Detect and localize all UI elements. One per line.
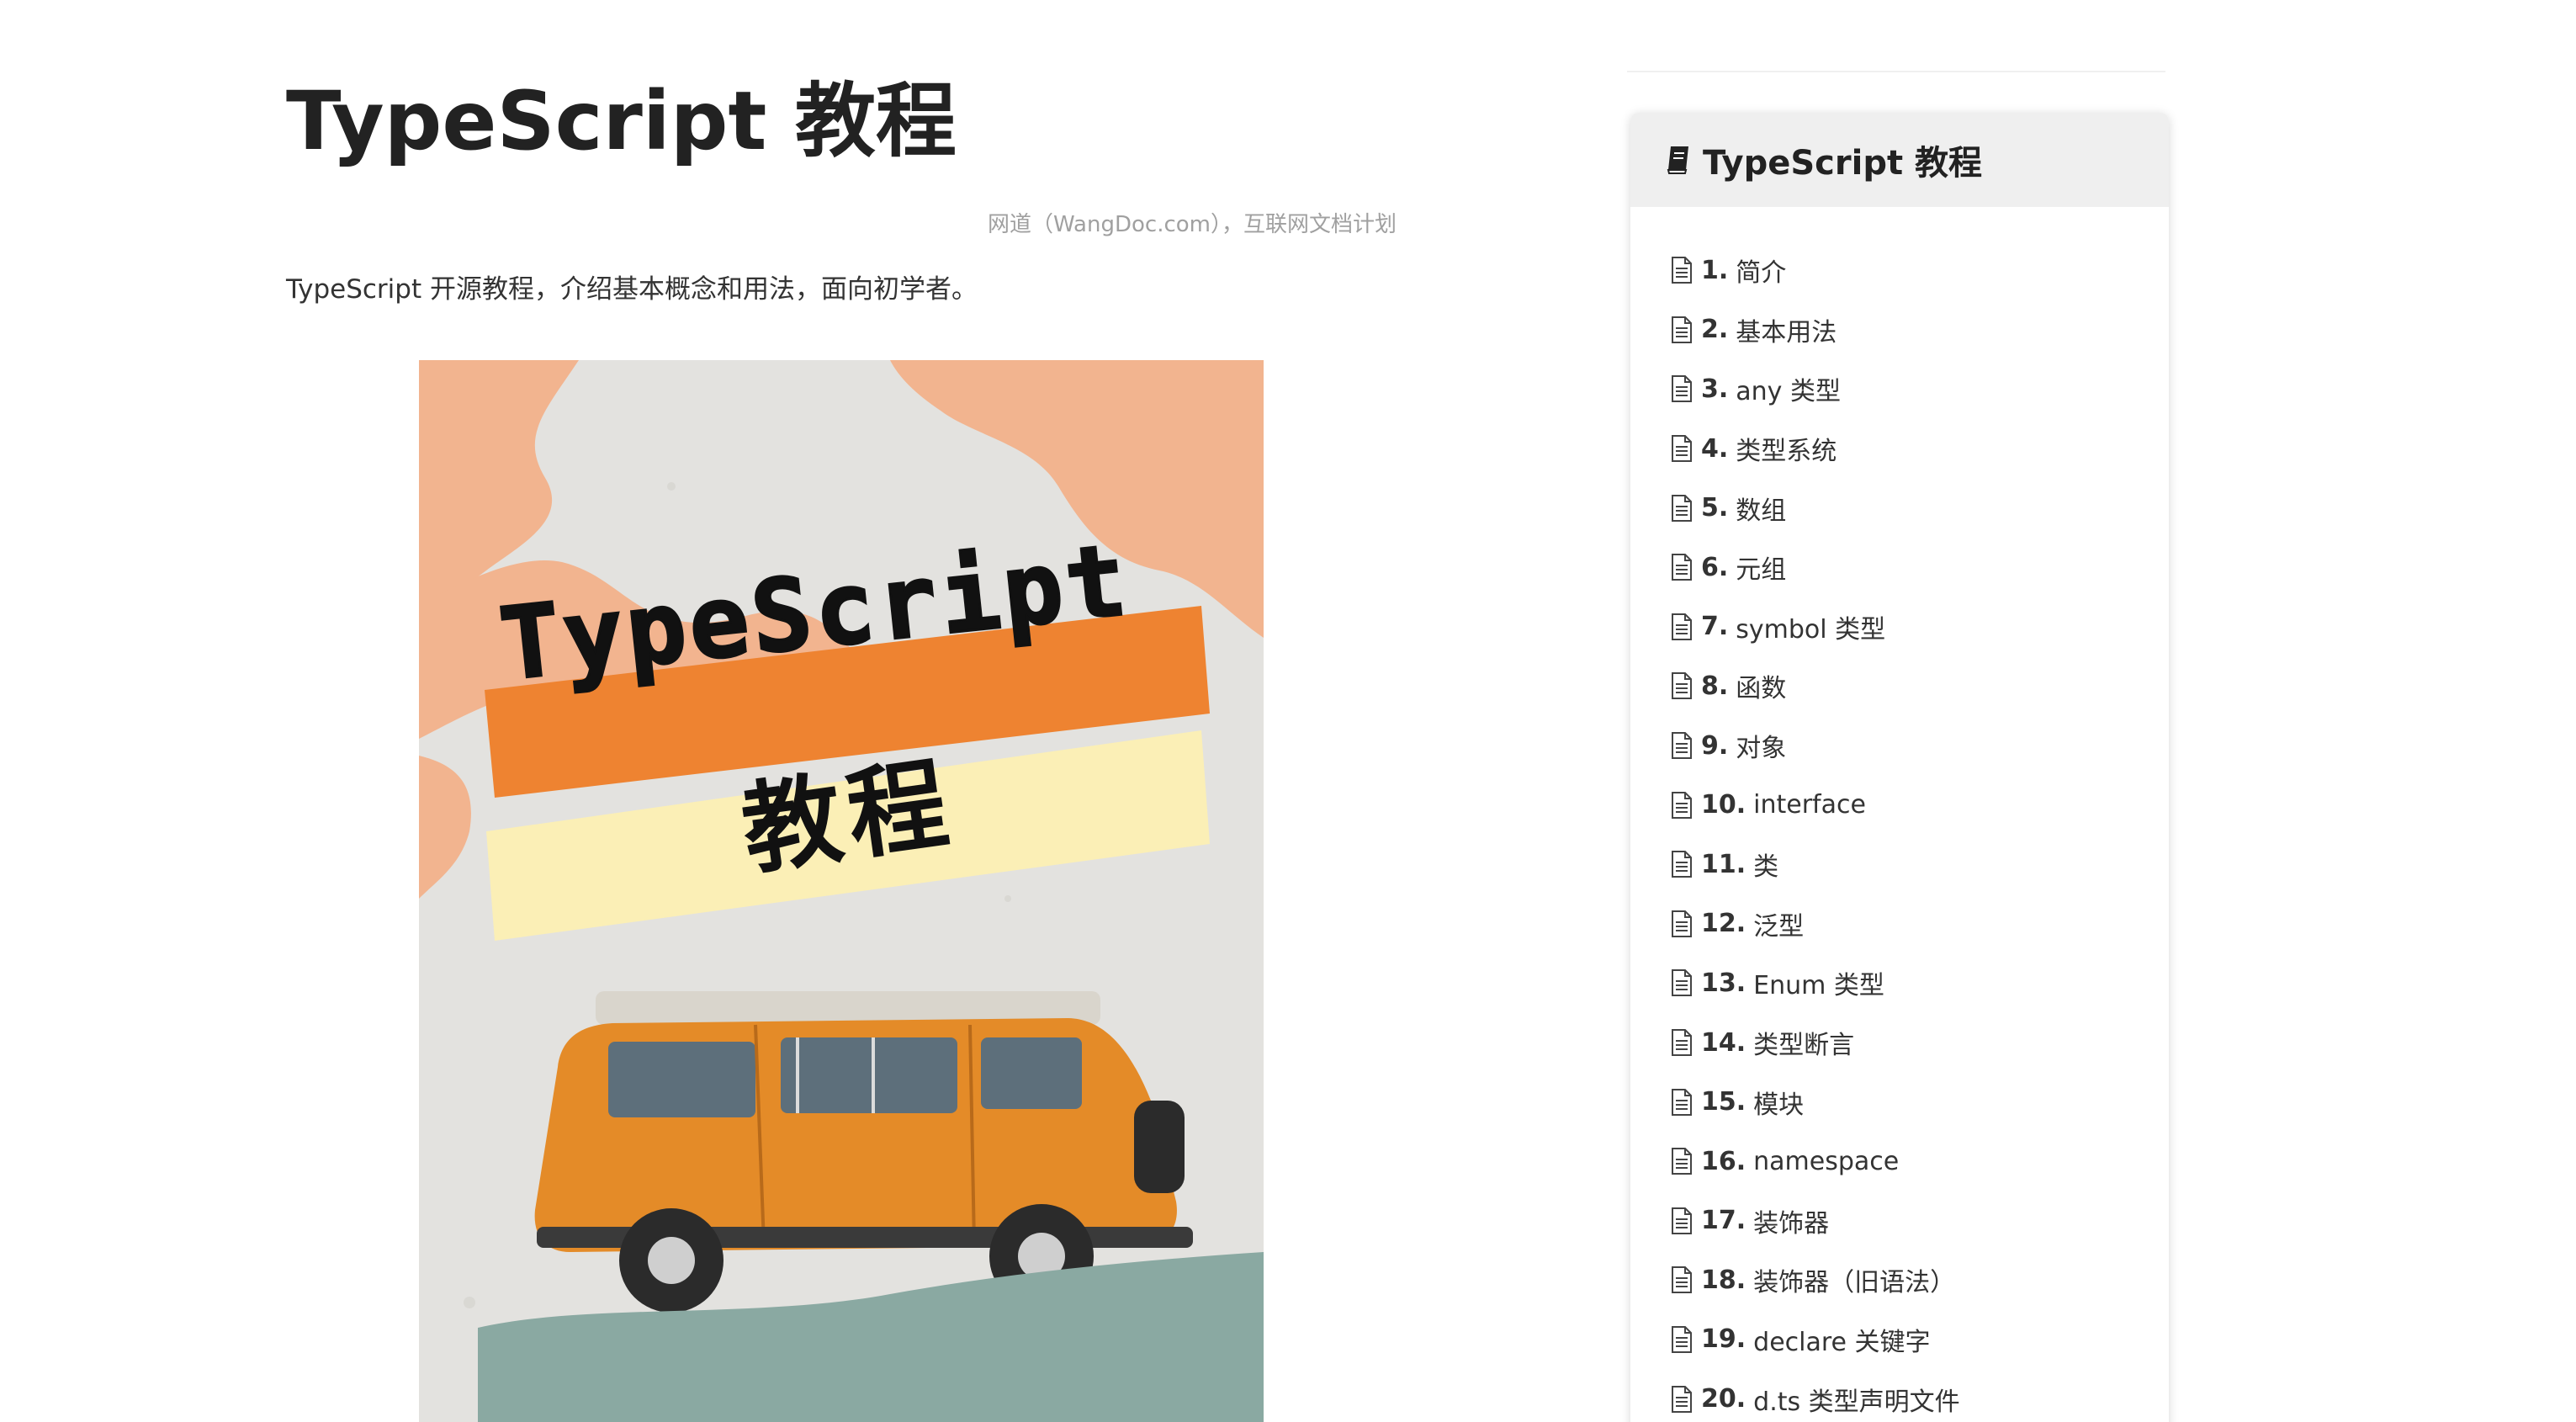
toc-item-label: namespace (1753, 1146, 1900, 1176)
toc-item-number: 15. (1701, 1087, 1746, 1117)
document-icon (1671, 1385, 1693, 1413)
toc-item[interactable]: 9. 对象 (1671, 716, 2169, 776)
document-icon (1671, 969, 1693, 997)
toc-item[interactable]: 14. 类型断言 (1671, 1013, 2169, 1073)
toc-item[interactable]: 2. 基本用法 (1671, 300, 2169, 360)
toc-item-number: 10. (1701, 790, 1746, 820)
document-icon (1671, 375, 1693, 403)
toc-item[interactable]: 20. d.ts 类型声明文件 (1671, 1369, 2169, 1422)
toc-item-number: 9. (1701, 730, 1729, 761)
document-icon (1671, 1088, 1693, 1116)
toc-item-label: d.ts 类型声明文件 (1753, 1387, 1960, 1417)
toc-item-number: 1. (1701, 255, 1729, 285)
document-icon (1671, 672, 1693, 700)
sidebar-top-divider (1627, 71, 2165, 72)
toc-item[interactable]: 11. 类 (1671, 835, 2169, 894)
toc-item[interactable]: 15. 模块 (1671, 1072, 2169, 1132)
toc-item-number: 19. (1701, 1324, 1746, 1355)
document-icon (1671, 257, 1693, 284)
document-icon (1671, 613, 1693, 640)
cover-image: TypeScript 教程 (419, 360, 1264, 1422)
toc-item-number: 12. (1701, 909, 1746, 939)
toc-item-label: 元组 (1736, 555, 1787, 586)
toc-item-label: 装饰器（旧语法） (1753, 1268, 1956, 1298)
toc-item-number: 11. (1701, 849, 1746, 879)
toc-item-label: 简介 (1736, 258, 1787, 289)
toc-item-number: 13. (1701, 968, 1746, 998)
toc-item-label: 函数 (1736, 674, 1787, 704)
toc-item-label: 数组 (1736, 496, 1787, 526)
toc-item[interactable]: 3. any 类型 (1671, 359, 2169, 419)
document-icon (1671, 851, 1693, 878)
toc-item[interactable]: 4. 类型系统 (1671, 419, 2169, 479)
toc-item-number: 14. (1701, 1027, 1746, 1058)
toc-item-number: 18. (1701, 1265, 1746, 1295)
site-credit-link[interactable]: 网道（WangDoc.com），互联网文档计划 (286, 207, 1397, 238)
toc-item-label: 类型系统 (1736, 437, 1837, 467)
toc-title: TypeScript 教程 (1703, 144, 1983, 183)
page: TypeScript 教程 网道（WangDoc.com），互联网文档计划 Ty… (0, 0, 2576, 1422)
toc-item[interactable]: 16. namespace (1671, 1132, 2169, 1191)
toc-item-label: 装饰器 (1753, 1208, 1830, 1239)
document-icon (1671, 910, 1693, 937)
toc-item-label: Enum 类型 (1753, 971, 1884, 1001)
toc-item[interactable]: 12. 泛型 (1671, 894, 2169, 954)
document-icon (1671, 1266, 1693, 1294)
toc-item-number: 3. (1701, 374, 1729, 404)
toc-sidebar: TypeScript 教程 1. 简介 2. 基本用法 3. any 类型 4. 类型系统 5.… (1630, 113, 2169, 1422)
toc-item[interactable]: 19. declare 关键字 (1671, 1310, 2169, 1370)
document-icon (1671, 435, 1693, 463)
toc-item-label: 类 (1753, 852, 1779, 883)
toc-item[interactable]: 5. 数组 (1671, 478, 2169, 538)
toc-item-number: 2. (1701, 315, 1729, 345)
toc-item[interactable]: 13. Enum 类型 (1671, 953, 2169, 1013)
toc-item-number: 16. (1701, 1146, 1746, 1176)
toc-item-number: 5. (1701, 493, 1729, 523)
document-icon (1671, 1325, 1693, 1353)
cover-title-zh: 教程 (734, 744, 962, 889)
document-icon (1671, 494, 1693, 522)
toc-item[interactable]: 8. 函数 (1671, 656, 2169, 716)
intro-text: TypeScript 开源教程，介绍基本概念和用法，面向初学者。 (286, 274, 978, 305)
toc-item-label: 泛型 (1753, 911, 1805, 942)
toc-header[interactable]: TypeScript 教程 (1630, 113, 2169, 207)
document-icon (1671, 1207, 1693, 1234)
toc-item-label: interface (1753, 790, 1866, 820)
toc-item-number: 17. (1701, 1206, 1746, 1236)
toc-item-label: any 类型 (1736, 377, 1841, 407)
toc-item[interactable]: 10. interface (1671, 775, 2169, 835)
toc-item-label: 模块 (1753, 1090, 1805, 1120)
toc-item[interactable]: 7. symbol 类型 (1671, 597, 2169, 657)
book-icon (1666, 145, 1691, 175)
page-title: TypeScript 教程 (286, 74, 957, 168)
toc-item[interactable]: 1. 简介 (1671, 241, 2169, 300)
toc-item-label: declare 关键字 (1753, 1327, 1931, 1357)
toc-item-number: 4. (1701, 433, 1729, 464)
toc-item-number: 7. (1701, 612, 1729, 642)
toc-item-number: 8. (1701, 671, 1729, 701)
toc-item[interactable]: 6. 元组 (1671, 538, 2169, 597)
toc-item[interactable]: 17. 装饰器 (1671, 1191, 2169, 1251)
toc-item-number: 20. (1701, 1384, 1746, 1414)
document-icon (1671, 554, 1693, 581)
toc-item[interactable]: 18. 装饰器（旧语法） (1671, 1250, 2169, 1310)
toc-item-label: symbol 类型 (1736, 614, 1886, 645)
document-icon (1671, 1029, 1693, 1057)
toc-item-label: 类型断言 (1753, 1031, 1855, 1061)
document-icon (1671, 732, 1693, 760)
toc-item-label: 基本用法 (1736, 317, 1837, 348)
toc-list: 1. 简介 2. 基本用法 3. any 类型 4. 类型系统 5. 数组 6. 元组 7. symbol… (1630, 207, 2169, 1422)
toc-item-number: 6. (1701, 552, 1729, 582)
document-icon (1671, 791, 1693, 819)
cover-illustration (419, 360, 1264, 1422)
toc-item-label: 对象 (1736, 734, 1787, 764)
document-icon (1671, 316, 1693, 343)
document-icon (1671, 1148, 1693, 1175)
